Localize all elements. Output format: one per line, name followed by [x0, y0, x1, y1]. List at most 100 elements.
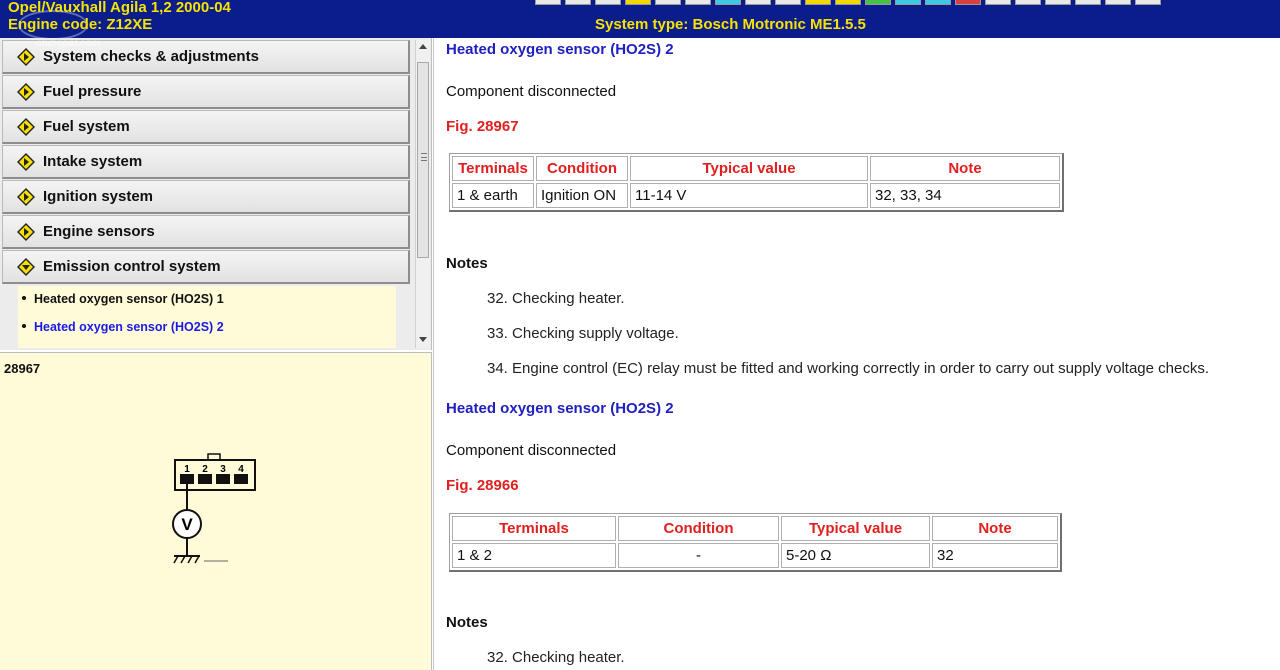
- table-cell: 1 & 2: [452, 543, 616, 568]
- sidebar-item-label: Fuel pressure: [43, 83, 142, 100]
- pin-label: 3: [220, 464, 226, 475]
- diamond-arrow-icon: [17, 47, 35, 66]
- section-title: Heated oxygen sensor (HO2S) 2: [446, 400, 674, 417]
- main-content: Heated oxygen sensor (HO2S) 2 Component …: [433, 38, 1280, 670]
- table-header: Condition: [618, 516, 779, 541]
- sidebar-nav: System checks & adjustments Fuel pressur…: [0, 38, 432, 350]
- toolbar-button[interactable]: [955, 0, 981, 5]
- table-header-row: Terminals Condition Typical value Note: [452, 516, 1058, 541]
- component-state: Component disconnected: [446, 442, 617, 459]
- table-header: Condition: [536, 156, 628, 181]
- diamond-arrow-icon: [17, 117, 35, 136]
- voltmeter-label: V: [181, 515, 193, 534]
- sidebar-sublist: Heated oxygen sensor (HO2S) 1 Heated oxy…: [18, 286, 396, 348]
- diamond-arrow-icon: [17, 222, 35, 241]
- table-cell: 11-14 V: [630, 183, 868, 208]
- table-cell: Ignition ON: [536, 183, 628, 208]
- sidebar-item-fuel-pressure[interactable]: Fuel pressure: [2, 75, 410, 109]
- note-item: 32. Checking heater.: [487, 290, 625, 307]
- note-item: 34. Engine control (EC) relay must be fi…: [487, 360, 1209, 377]
- sidebar-subitem-ho2s-2[interactable]: Heated oxygen sensor (HO2S) 2: [22, 320, 224, 334]
- vehicle-title: Opel/Vauxhall Agila 1,2 2000-04: [8, 0, 231, 16]
- toolbar-button[interactable]: [535, 0, 561, 5]
- pin-label: 2: [202, 464, 208, 475]
- component-state: Component disconnected: [446, 83, 617, 100]
- table-row: 1 & 2 - 5-20 Ω 32: [452, 543, 1058, 568]
- section-title: Heated oxygen sensor (HO2S) 2: [446, 41, 674, 58]
- sidebar-item-ignition-system[interactable]: Ignition system: [2, 180, 410, 214]
- spec-table: Terminals Condition Typical value Note 1…: [449, 513, 1062, 572]
- table-cell: 5-20 Ω: [781, 543, 930, 568]
- engine-code: Engine code: Z12XE: [8, 16, 153, 33]
- toolbar: [535, 0, 1161, 6]
- system-type: System type: Bosch Motronic ME1.5.5: [595, 16, 866, 33]
- toolbar-button[interactable]: [1135, 0, 1161, 5]
- notes-heading: Notes: [446, 255, 488, 272]
- toolbar-button[interactable]: [925, 0, 951, 5]
- sidebar-item-label: System checks & adjustments: [43, 48, 259, 65]
- toolbar-button[interactable]: [625, 0, 651, 5]
- sidebar-item-label: Engine sensors: [43, 223, 155, 240]
- figure-panel: 28967 1 2 3 4 V: [0, 352, 432, 670]
- scroll-up-icon[interactable]: [419, 44, 427, 49]
- table-cell: -: [618, 543, 779, 568]
- sidebar-item-engine-sensors[interactable]: Engine sensors: [2, 215, 410, 249]
- sidebar-scrollbar[interactable]: [415, 40, 430, 348]
- toolbar-button[interactable]: [835, 0, 861, 5]
- toolbar-button[interactable]: [1015, 0, 1041, 5]
- table-row: 1 & earth Ignition ON 11-14 V 32, 33, 34: [452, 183, 1060, 208]
- table-cell: 32: [932, 543, 1058, 568]
- diamond-arrow-icon: [17, 82, 35, 101]
- table-header: Terminals: [452, 156, 534, 181]
- sidebar-item-label: Intake system: [43, 153, 143, 170]
- table-header: Terminals: [452, 516, 616, 541]
- table-header: Typical value: [781, 516, 930, 541]
- table-header: Note: [932, 516, 1058, 541]
- app-header: Opel/Vauxhall Agila 1,2 2000-04 Engine c…: [0, 0, 1280, 38]
- bullet-icon: [22, 295, 26, 300]
- watermark-text: clubopel.com: [36, 38, 101, 49]
- diamond-arrow-down-icon: [17, 257, 35, 276]
- grip-icon: [421, 153, 427, 161]
- diamond-arrow-icon: [17, 152, 35, 171]
- toolbar-button[interactable]: [865, 0, 891, 5]
- scroll-thumb[interactable]: [417, 62, 429, 258]
- notes-heading: Notes: [446, 614, 488, 631]
- toolbar-button[interactable]: [805, 0, 831, 5]
- table-cell: 1 & earth: [452, 183, 534, 208]
- scroll-down-icon[interactable]: [419, 337, 427, 342]
- toolbar-button[interactable]: [775, 0, 801, 5]
- sidebar-subitem-ho2s-1[interactable]: Heated oxygen sensor (HO2S) 1: [22, 292, 224, 306]
- table-cell: 32, 33, 34: [870, 183, 1060, 208]
- table-header: Note: [870, 156, 1060, 181]
- sidebar-item-fuel-system[interactable]: Fuel system: [2, 110, 410, 144]
- sidebar-item-intake-system[interactable]: Intake system: [2, 145, 410, 179]
- toolbar-button[interactable]: [1075, 0, 1101, 5]
- sidebar-item-label: Ignition system: [43, 188, 154, 205]
- figure-link[interactable]: Fig. 28967: [446, 118, 519, 135]
- pin-label: 4: [238, 464, 244, 475]
- toolbar-button[interactable]: [595, 0, 621, 5]
- spec-table: Terminals Condition Typical value Note 1…: [449, 153, 1064, 212]
- note-item: 33. Checking supply voltage.: [487, 325, 679, 342]
- sidebar-subitem-label: Heated oxygen sensor (HO2S) 2: [34, 320, 224, 334]
- table-header-row: Terminals Condition Typical value Note: [452, 156, 1060, 181]
- connector-diagram: 1 2 3 4 V: [172, 453, 256, 564]
- toolbar-button[interactable]: [655, 0, 681, 5]
- pin-label: 1: [184, 464, 190, 475]
- bullet-icon: [22, 323, 26, 328]
- toolbar-button[interactable]: [1045, 0, 1071, 5]
- sidebar-item-label: Fuel system: [43, 118, 130, 135]
- diamond-arrow-icon: [17, 187, 35, 206]
- toolbar-button[interactable]: [745, 0, 771, 5]
- sidebar-item-label: Emission control system: [43, 258, 221, 275]
- toolbar-button[interactable]: [895, 0, 921, 5]
- sidebar-item-emission-control[interactable]: Emission control system: [2, 250, 410, 284]
- figure-number: 28967: [4, 361, 41, 376]
- toolbar-button[interactable]: [685, 0, 711, 5]
- toolbar-button[interactable]: [565, 0, 591, 5]
- toolbar-button[interactable]: [715, 0, 741, 5]
- figure-link[interactable]: Fig. 28966: [446, 477, 519, 494]
- toolbar-button[interactable]: [985, 0, 1011, 5]
- toolbar-button[interactable]: [1105, 0, 1131, 5]
